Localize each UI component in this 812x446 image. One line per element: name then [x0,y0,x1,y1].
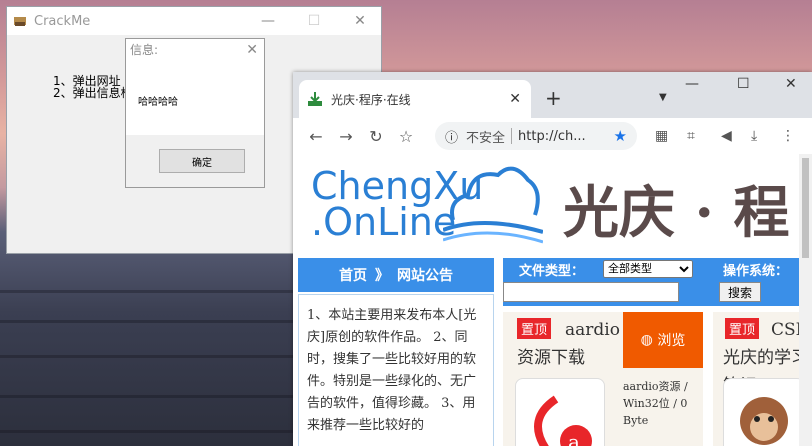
tab-strip: 光庆·程序·在线 ✕ + ▼ — ☐ ✕ [293,72,812,118]
breadcrumb: 首页 》 网站公告 [298,258,494,292]
logo-text-line2: .OnLine [311,200,457,244]
ok-button[interactable]: 确定 [159,149,245,173]
address-bar[interactable]: ⓘ 不安全 http://ch... ★ [435,122,637,150]
page-content: ChengXu .OnLine 光庆 · 程 首页 》 网站公告 1、本站主要用… [293,154,799,446]
nav-notice-link[interactable]: 网站公告 [397,265,453,285]
mute-icon[interactable]: ◀ [721,128,732,144]
omnibox-divider [511,128,513,144]
maximize-icon[interactable]: ☐ [291,7,337,35]
close-icon[interactable]: ✕ [785,76,797,92]
filter-bar: 文件类型： 全部类型 操作系统： 搜索 [503,258,799,306]
dialog-message: 哈哈哈哈 [126,61,264,135]
insecure-label: 不安全 [466,130,506,146]
browser-window: 光庆·程序·在线 ✕ + ▼ — ☐ ✕ ← → ↻ ☆ ⓘ 不安全 http:… [293,72,812,446]
dock-plank [0,355,300,358]
globe-icon: ◍ [640,332,658,348]
dialog-titlebar[interactable]: 信息: ✕ [126,39,264,61]
nav-separator: 》 [375,268,389,284]
notice-box: 1、本站主要用来发布本人[光庆]原创的软件作品。 2、同时，搜集了一些比较好用的… [298,294,494,446]
resource-card[interactable]: 置顶 aardio 资源下载 ◍ 浏览 a aardio资源 / Win32位 … [503,312,703,446]
menu-icon[interactable]: ⋮ [781,128,795,144]
file-type-select[interactable]: 全部类型 [603,260,693,278]
extensions-grid-icon[interactable]: ▦ [655,128,668,144]
card-description: aardio资源 / Win32位 / 0 Byte [623,380,688,427]
crackme-titlebar[interactable]: CrackMe — ☐ ✕ [7,7,381,35]
dock-plank [0,290,300,293]
crop-icon[interactable]: ⌗ [687,128,695,144]
download-favicon-icon [308,92,322,106]
card-title[interactable]: aardio 资源下载 [517,316,627,372]
forward-icon[interactable]: → [331,127,361,146]
monkey-avatar-icon [740,397,788,445]
page-scrollbar[interactable] [799,154,812,446]
browse-button[interactable]: ◍ 浏览 [623,312,703,368]
nav-home-link[interactable]: 首页 [339,265,367,285]
tab-title: 光庆·程序·在线 [331,92,411,107]
tab-close-icon[interactable]: ✕ [509,91,521,107]
card-thumbnail[interactable] [723,378,799,446]
resource-card[interactable]: 置顶 CSD 光庆的学习笔记 [713,312,799,446]
minimize-icon[interactable]: — [245,7,291,35]
card-thumbnail[interactable]: a [515,378,605,446]
crackme-instructions: 1、弹出网址 2、弹出信息框 [53,75,133,99]
tab-search-icon[interactable]: ▼ [659,92,667,103]
search-input[interactable] [503,282,679,302]
logo-chinese-title: 光庆 · 程 [563,180,790,246]
dock-plank [0,430,300,433]
bookmark-star-icon[interactable]: ☆ [391,127,421,146]
url-text: http://ch... [518,128,586,144]
browser-toolbar: ← → ↻ ☆ ⓘ 不安全 http://ch... ★ ▦ ⌗ ◀ ⤓ ⋮ [293,118,812,155]
crackme-title: CrackMe [34,13,91,29]
dock-plank [0,320,300,323]
back-icon[interactable]: ← [301,127,331,146]
file-type-label: 文件类型： [519,264,585,279]
dialog-title: 信息: [130,43,159,57]
download-icon[interactable]: ⤓ [751,128,757,144]
scrollbar-thumb[interactable] [802,158,809,258]
search-button[interactable]: 搜索 [719,282,761,302]
minimize-icon[interactable]: — [685,76,699,92]
star-icon[interactable]: ★ [614,127,627,145]
maximize-icon[interactable]: ☐ [737,76,750,92]
browse-label: 浏览 [657,333,686,349]
dialog-close-icon[interactable]: ✕ [246,39,258,61]
svg-text:a: a [568,430,580,446]
aardio-logo-icon: a [534,395,592,446]
close-icon[interactable]: ✕ [337,7,383,35]
new-tab-button[interactable]: + [545,86,562,110]
message-dialog: 信息: ✕ 哈哈哈哈 确定 [125,38,265,188]
browser-tab[interactable]: 光庆·程序·在线 ✕ [299,80,531,118]
reload-icon[interactable]: ↻ [361,127,391,146]
dock-plank [0,395,300,398]
info-icon[interactable]: ⓘ [445,127,458,146]
os-label: 操作系统： [723,264,789,279]
app-icon [14,17,26,26]
instruction-line-2: 2、弹出信息框 [53,86,133,100]
